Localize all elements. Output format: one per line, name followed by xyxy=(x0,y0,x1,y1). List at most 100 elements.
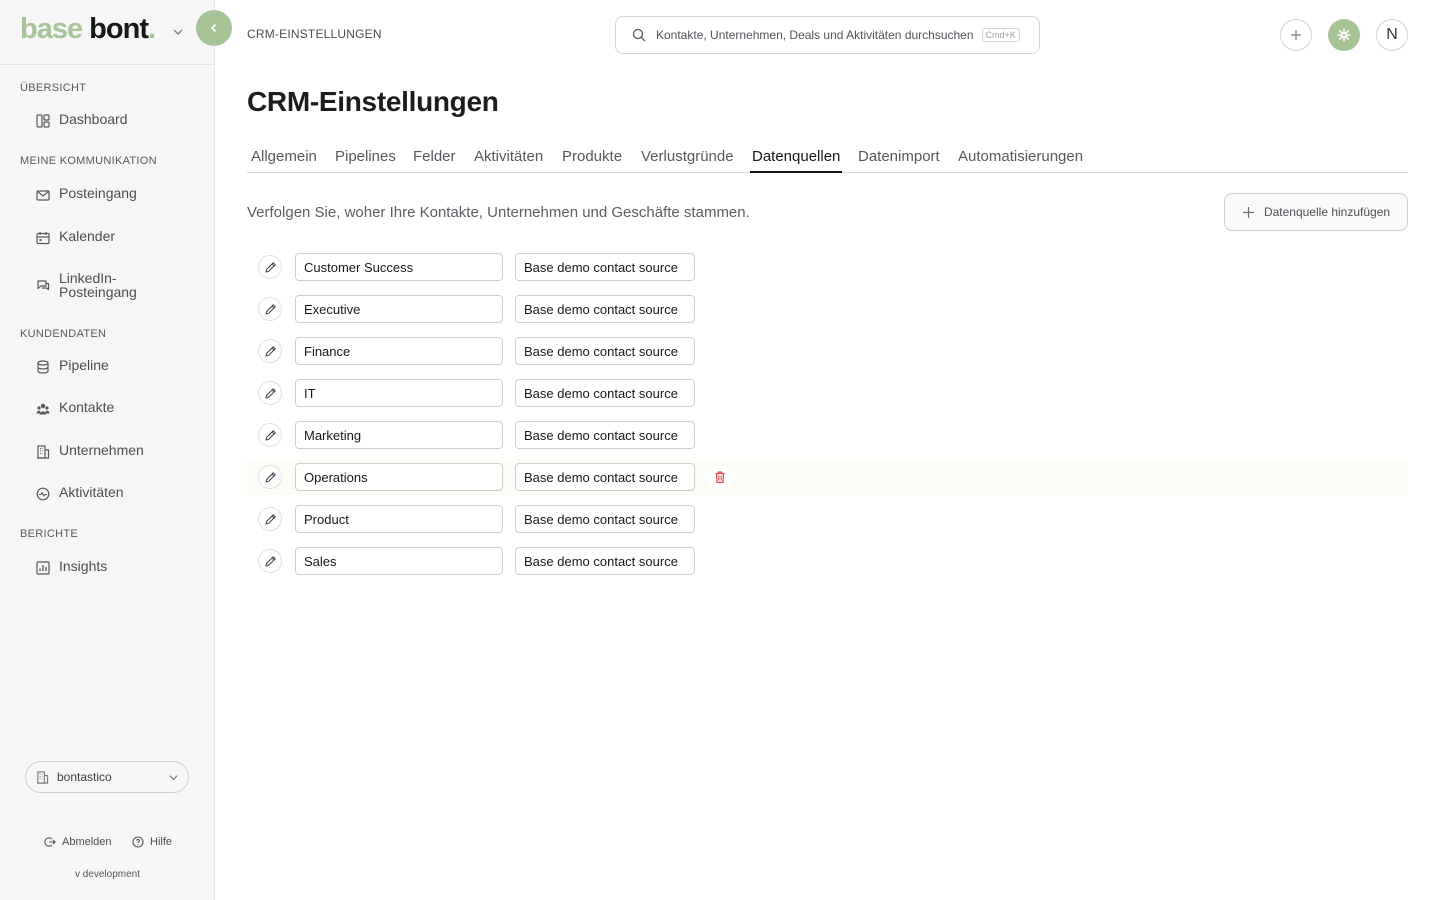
add-data-source-label: Datenquelle hinzufügen xyxy=(1263,205,1391,219)
breadcrumb: CRM-EINSTELLUNGEN xyxy=(247,27,382,41)
user-avatar[interactable]: N xyxy=(1376,19,1408,51)
pencil-icon xyxy=(264,471,276,483)
edit-button[interactable] xyxy=(258,255,282,279)
add-data-source-button[interactable]: Datenquelle hinzufügen xyxy=(1224,193,1408,231)
organization-select[interactable]: bontastico xyxy=(25,761,189,793)
search-shortcut: Cmd+K xyxy=(981,28,1020,42)
help-link[interactable]: Hilfe xyxy=(132,836,172,848)
source-name-input[interactable] xyxy=(295,379,503,407)
source-name-input[interactable] xyxy=(295,337,503,365)
quick-add-button[interactable] xyxy=(1280,19,1312,51)
source-type-select[interactable]: Base demo contact source xyxy=(515,337,695,365)
search-icon xyxy=(632,28,646,42)
logo-part-bont: bont xyxy=(89,13,149,45)
pencil-icon xyxy=(264,261,276,273)
source-type-select[interactable]: Base demo contact source xyxy=(515,253,695,281)
settings-button[interactable] xyxy=(1328,19,1360,51)
edit-button[interactable] xyxy=(258,297,282,321)
tab-general[interactable]: Allgemein xyxy=(251,148,317,165)
sidebar-item-activities[interactable]: Aktivitäten xyxy=(36,485,124,501)
chart-icon xyxy=(36,561,50,575)
sidebar-item-calendar[interactable]: Kalender xyxy=(36,229,115,245)
search-input[interactable]: Kontakte, Unternehmen, Deals und Aktivit… xyxy=(656,28,974,42)
tab-fields[interactable]: Felder xyxy=(413,148,456,165)
edit-button[interactable] xyxy=(258,507,282,531)
contacts-icon xyxy=(36,403,50,415)
edit-button[interactable] xyxy=(258,339,282,363)
sidebar-item-label: Dashboard xyxy=(59,111,128,127)
tab-automations[interactable]: Automatisierungen xyxy=(958,148,1083,165)
page-title: CRM-Einstellungen xyxy=(247,86,499,117)
dashboard-icon xyxy=(36,114,50,128)
source-name-input[interactable] xyxy=(295,421,503,449)
table-row: Base demo contact source xyxy=(247,249,1408,285)
sidebar-item-linkedin-inbox[interactable]: LinkedIn-Posteingang xyxy=(36,271,164,299)
pencil-icon xyxy=(264,345,276,357)
source-type-select[interactable]: Base demo contact source xyxy=(515,295,695,323)
pencil-icon xyxy=(264,429,276,441)
source-name-input[interactable] xyxy=(295,505,503,533)
source-name-input[interactable] xyxy=(295,547,503,575)
global-search[interactable]: Kontakte, Unternehmen, Deals und Aktivit… xyxy=(615,16,1040,54)
edit-button[interactable] xyxy=(258,423,282,447)
sidebar-item-pipeline[interactable]: Pipeline xyxy=(36,358,109,374)
tab-data-import[interactable]: Datenimport xyxy=(858,148,940,165)
source-type-select[interactable]: Base demo contact source xyxy=(515,547,695,575)
version-label: v development xyxy=(74,869,141,880)
source-type-select[interactable]: Base demo contact source xyxy=(515,421,695,449)
tab-data-sources[interactable]: Datenquellen xyxy=(752,148,840,165)
tab-products[interactable]: Produkte xyxy=(562,148,622,165)
organization-name: bontastico xyxy=(57,770,112,784)
table-row: Base demo contact source xyxy=(247,417,1408,453)
edit-button[interactable] xyxy=(258,549,282,573)
tab-activities[interactable]: Aktivitäten xyxy=(474,148,543,165)
table-row: Base demo contact source xyxy=(247,375,1408,411)
trash-icon xyxy=(715,471,725,484)
tab-pipelines[interactable]: Pipelines xyxy=(335,148,396,165)
logo[interactable]: base bont. xyxy=(20,13,156,46)
help-icon xyxy=(132,836,144,848)
tab-loss-reasons[interactable]: Verlustgründe xyxy=(641,148,734,165)
sidebar-item-label: LinkedIn-Posteingang xyxy=(59,270,137,300)
logout-icon xyxy=(44,837,56,847)
delete-button[interactable] xyxy=(708,465,732,489)
section-label-overview: Übersicht xyxy=(20,82,87,94)
source-name-input[interactable] xyxy=(295,463,503,491)
pencil-icon xyxy=(264,555,276,567)
edit-button[interactable] xyxy=(258,465,282,489)
section-label-customer-data: Kundendaten xyxy=(20,328,107,340)
logout-label: Abmelden xyxy=(62,836,112,848)
table-row: Base demo contact source xyxy=(247,333,1408,369)
source-type-select[interactable]: Base demo contact source xyxy=(515,463,695,491)
mail-icon xyxy=(36,190,50,201)
active-tab-indicator xyxy=(750,171,842,173)
sidebar: base bont. Übersicht Dashboard Meine Kom… xyxy=(0,0,215,900)
source-type-select[interactable]: Base demo contact source xyxy=(515,379,695,407)
edit-button[interactable] xyxy=(258,381,282,405)
building-icon xyxy=(37,445,50,459)
pencil-icon xyxy=(264,303,276,315)
table-row: Base demo contact source xyxy=(247,543,1408,579)
logout-link[interactable]: Abmelden xyxy=(44,836,112,848)
sidebar-collapse-button[interactable] xyxy=(196,10,232,46)
section-label-communication: Meine Kommunikation xyxy=(20,155,157,167)
sidebar-item-companies[interactable]: Unternehmen xyxy=(36,443,144,459)
source-name-input[interactable] xyxy=(295,253,503,281)
sidebar-item-dashboard[interactable]: Dashboard xyxy=(36,112,128,128)
sidebar-item-label: Posteingang xyxy=(59,185,137,201)
building-icon xyxy=(36,770,49,784)
sidebar-item-contacts[interactable]: Kontakte xyxy=(36,400,114,416)
table-row: Base demo contact source xyxy=(247,291,1408,327)
logo-bar: base bont. xyxy=(0,0,214,65)
pencil-icon xyxy=(264,513,276,525)
source-name-input[interactable] xyxy=(295,295,503,323)
sidebar-item-label: Insights xyxy=(59,558,108,574)
gear-icon xyxy=(1337,28,1351,42)
sidebar-item-label: Pipeline xyxy=(59,357,109,373)
source-type-select[interactable]: Base demo contact source xyxy=(515,505,695,533)
sidebar-item-inbox[interactable]: Posteingang xyxy=(36,186,137,202)
page-description: Verfolgen Sie, woher Ihre Kontakte, Unte… xyxy=(247,204,750,221)
chevron-down-icon[interactable] xyxy=(172,26,184,38)
sidebar-item-insights[interactable]: Insights xyxy=(36,559,107,575)
plus-icon xyxy=(1291,30,1301,40)
